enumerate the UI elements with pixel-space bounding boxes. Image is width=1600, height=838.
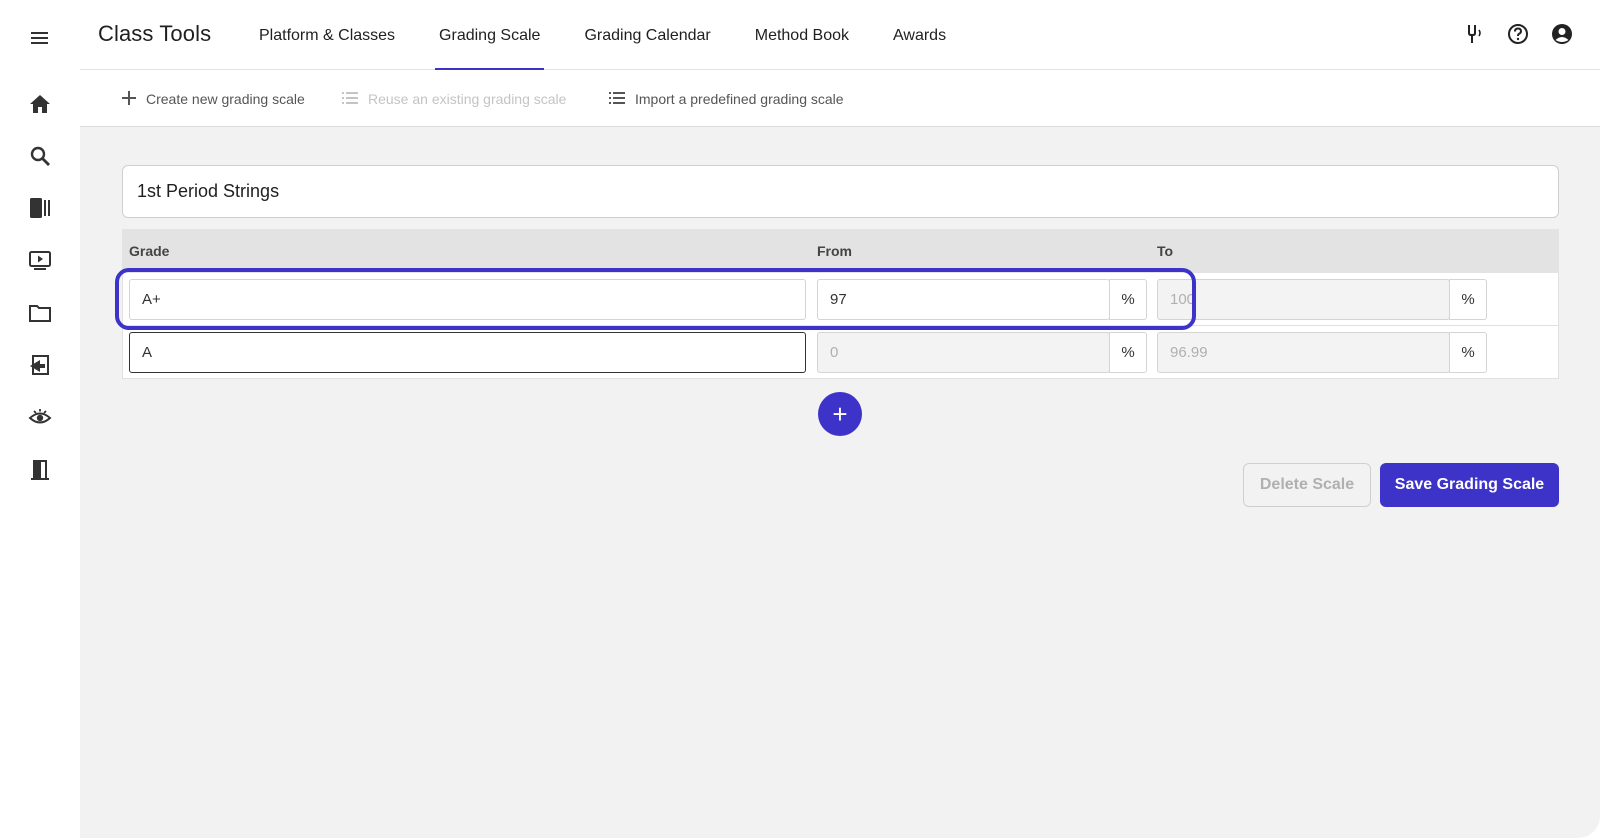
library-icon[interactable] [24,192,56,224]
delete-scale-button[interactable]: Delete Scale [1243,463,1371,507]
folder-icon[interactable] [24,297,56,329]
grade-input[interactable] [129,332,806,373]
reuse-scale-label: Reuse an existing grading scale [368,91,567,107]
video-icon[interactable] [24,244,56,276]
main-content: Grade From To % % % % + Delete Scale Sav… [80,127,1600,838]
exit-icon[interactable] [24,454,56,486]
home-icon[interactable] [24,88,56,120]
percent-suffix: % [1449,332,1487,373]
top-header: Class Tools Platform & Classes Grading S… [80,0,1600,70]
import-scale-button[interactable]: Import a predefined grading scale [609,71,844,127]
grading-scale-toolbar: Create new grading scale Reuse an existi… [80,71,1600,127]
percent-suffix: % [1449,279,1487,320]
app-window: Class Tools Platform & Classes Grading S… [0,0,1600,838]
tab-method-book[interactable]: Method Book [733,0,871,70]
search-icon[interactable] [24,140,56,172]
main-nav: Platform & Classes Grading Scale Grading… [237,0,968,70]
percent-suffix: % [1109,332,1147,373]
app-title: Class Tools [98,21,212,46]
import-scale-label: Import a predefined grading scale [635,91,844,107]
header-actions [1462,22,1574,46]
save-scale-button[interactable]: Save Grading Scale [1380,463,1559,507]
tab-grading-calendar[interactable]: Grading Calendar [562,0,732,70]
account-icon[interactable] [1550,22,1574,46]
grade-input[interactable] [129,279,806,320]
table-row: % % [122,273,1559,326]
tuning-fork-icon[interactable] [1462,22,1486,46]
column-header-grade: Grade [129,243,170,259]
table-header: Grade From To [122,229,1559,273]
list-icon [342,91,358,107]
list-icon [609,91,625,107]
tab-awards[interactable]: Awards [871,0,968,70]
to-input [1157,279,1450,320]
from-input [817,332,1110,373]
add-row-button[interactable]: + [818,392,862,436]
create-scale-button[interactable]: Create new grading scale [122,71,305,127]
reuse-scale-button[interactable]: Reuse an existing grading scale [342,71,566,127]
create-scale-label: Create new grading scale [146,91,305,107]
visibility-icon[interactable] [24,402,56,434]
tab-grading-scale[interactable]: Grading Scale [417,0,562,70]
table-row: % % [122,326,1559,379]
grading-scale-table: Grade From To % % % % [122,229,1559,379]
help-icon[interactable] [1506,22,1530,46]
menu-icon[interactable] [24,22,56,54]
sidebar [0,0,80,838]
column-header-from: From [817,243,852,259]
tab-platform-classes[interactable]: Platform & Classes [237,0,417,70]
scale-name-input[interactable] [122,165,1559,218]
plus-icon [122,90,136,108]
assignment-icon[interactable] [24,349,56,381]
to-input [1157,332,1450,373]
column-header-to: To [1157,243,1174,259]
from-input[interactable] [817,279,1110,320]
percent-suffix: % [1109,279,1147,320]
